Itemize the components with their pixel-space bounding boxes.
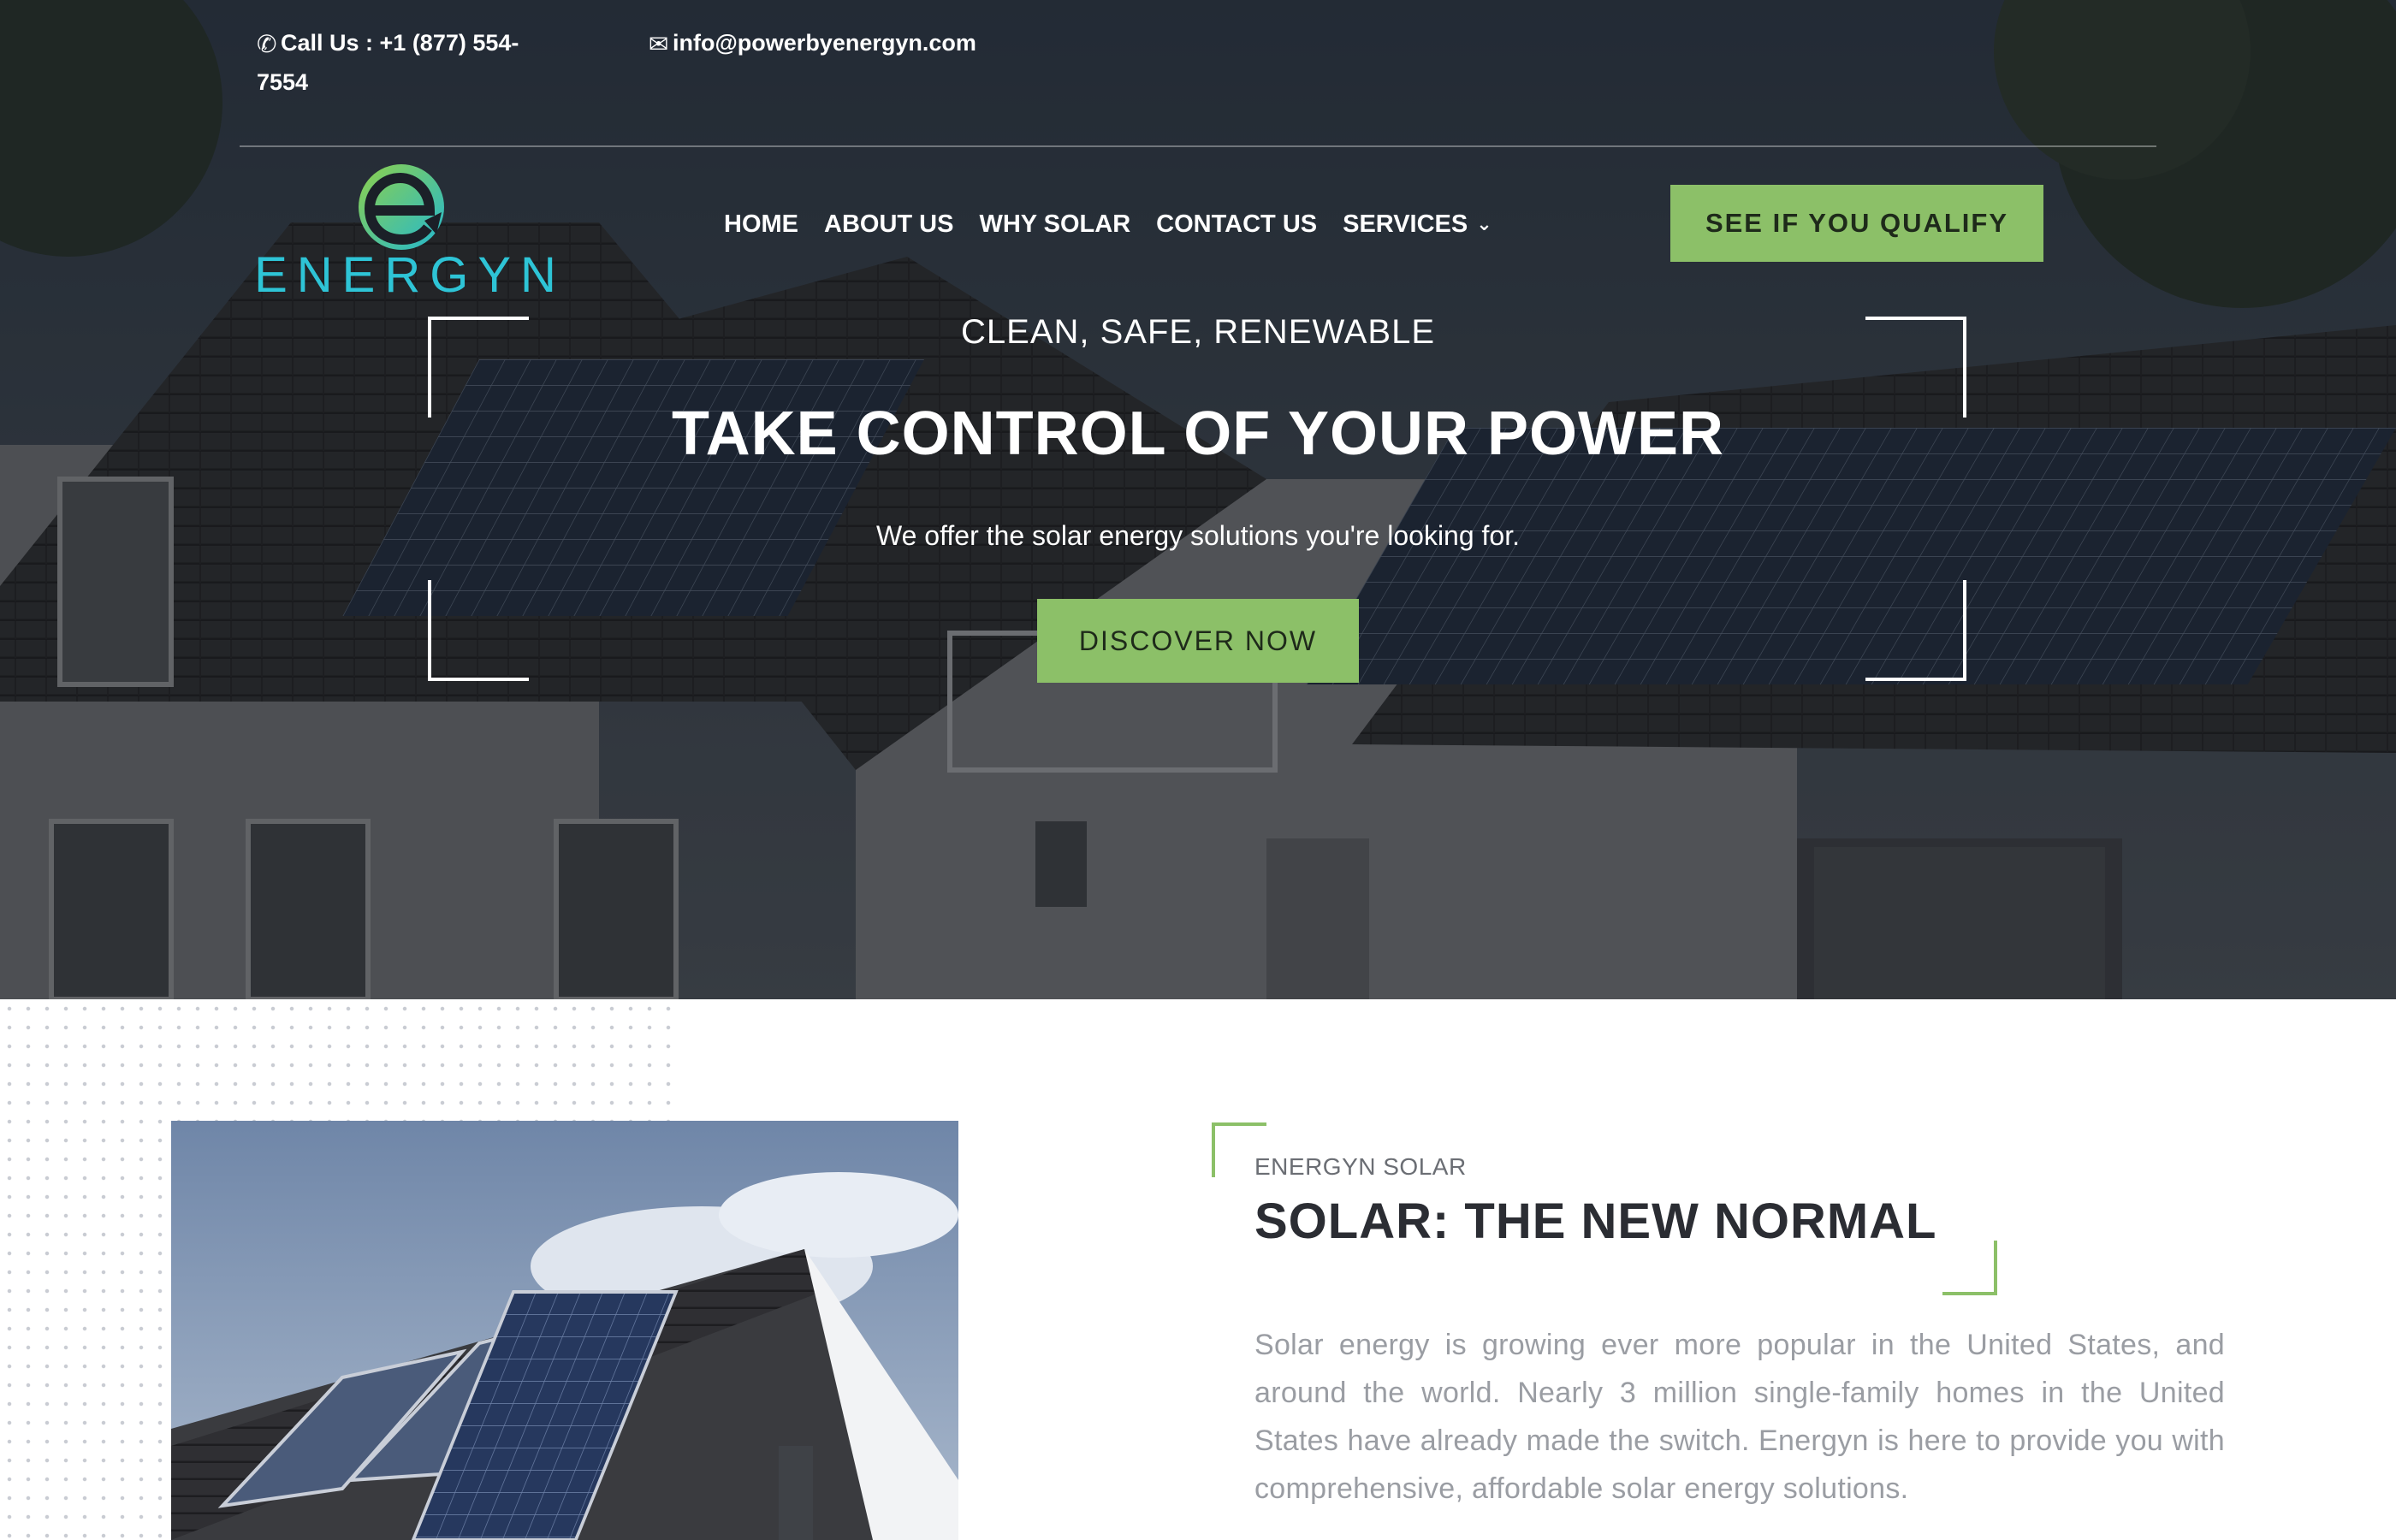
topbar-phone[interactable]: ✆ Call Us : +1 (877) 554-7554 [257, 24, 548, 101]
topbar-email[interactable]: ✉ info@powerbyenergyn.com [649, 24, 976, 63]
hero-eyebrow: CLEAN, SAFE, RENEWABLE [961, 313, 1435, 351]
section-title: SOLAR: THE NEW NORMAL [1254, 1194, 1937, 1249]
chevron-down-icon: ⌄ [1476, 213, 1492, 234]
logo[interactable]: ENERGYN [243, 161, 577, 303]
phone-text: Call Us : +1 (877) 554-7554 [257, 30, 519, 95]
envelope-icon: ✉ [649, 31, 669, 57]
nav-item-services[interactable]: SERVICES ⌄ [1343, 210, 1492, 239]
nav-item-home[interactable]: HOME [724, 210, 798, 239]
frame-corner-bottom-left [428, 580, 529, 681]
discover-now-button[interactable]: DISCOVER NOW [1037, 599, 1359, 683]
logo-wordmark: ENERGYN [254, 247, 566, 303]
hero-subtitle: We offer the solar energy solutions you'… [875, 520, 1520, 551]
section-eyebrow: ENERGYN SOLAR [1254, 1153, 1467, 1180]
nav-item-contact-us[interactable]: CONTACT US [1156, 210, 1317, 239]
logo-mark-icon [359, 164, 444, 250]
nav-item-why-solar[interactable]: WHY SOLAR [979, 210, 1130, 239]
hero-overlay [0, 0, 2396, 999]
main-nav: HOME ABOUT US WHY SOLAR CONTACT US SERVI… [724, 210, 1518, 239]
title-bracket-bottom-right [1942, 1241, 1997, 1295]
hero-title: TAKE CONTROL OF YOUR POWER [671, 400, 1725, 468]
section-body: Solar energy is growing ever more popula… [1254, 1329, 2225, 1505]
frame-corner-bottom-right [1865, 580, 1966, 681]
nav-item-about-us[interactable]: ABOUT US [824, 210, 953, 239]
email-text: info@powerbyenergyn.com [673, 30, 976, 56]
hero-section: ✆ Call Us : +1 (877) 554-7554 ✉ info@power… [0, 0, 2396, 999]
nav-item-services-label: SERVICES [1343, 210, 1468, 238]
phone-icon: ✆ [257, 31, 277, 57]
house-solar-photo [171, 1121, 958, 1540]
see-if-you-qualify-button[interactable]: SEE IF YOU QUALIFY [1670, 185, 2043, 262]
header-divider [240, 145, 2156, 147]
